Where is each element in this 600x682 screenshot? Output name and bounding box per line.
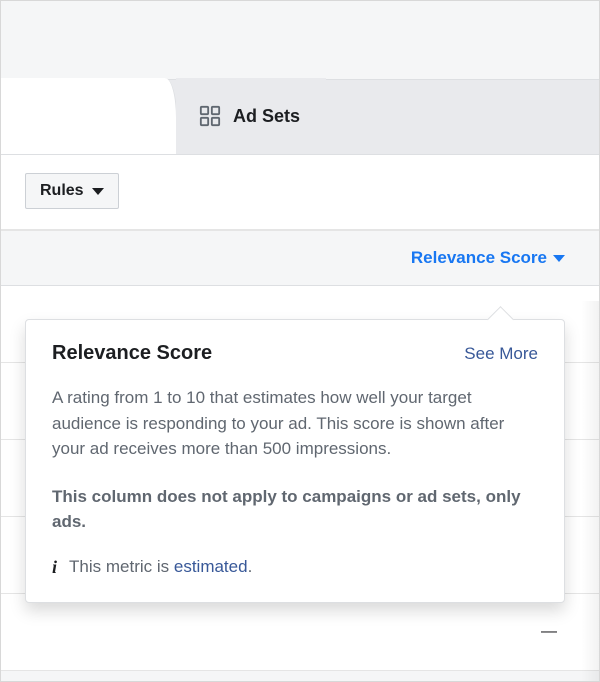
- see-more-link[interactable]: See More: [464, 344, 538, 364]
- grid-icon: [199, 105, 221, 127]
- table-row[interactable]: —: [1, 594, 599, 671]
- popover-footer: i This metric is estimated.: [52, 557, 538, 578]
- column-relevance-score[interactable]: Relevance Score: [411, 248, 565, 268]
- tab-previous[interactable]: [1, 78, 177, 154]
- popover-header: Relevance Score See More: [52, 342, 538, 365]
- tab-ad-sets[interactable]: Ad Sets: [177, 78, 326, 154]
- tooltip-popover: Relevance Score See More A rating from 1…: [25, 319, 565, 603]
- popover-title: Relevance Score: [52, 342, 212, 365]
- cell-value: —: [541, 623, 557, 641]
- rules-button[interactable]: Rules: [25, 173, 119, 209]
- tabs-row: Ad Sets: [1, 79, 599, 155]
- info-icon: i: [52, 557, 57, 578]
- footer-prefix: This metric is: [69, 557, 174, 576]
- footer-suffix: .: [248, 557, 253, 576]
- rules-button-label: Rules: [40, 182, 84, 200]
- popover-note: This column does not apply to campaigns …: [52, 484, 538, 535]
- column-header-row: Relevance Score: [1, 230, 599, 286]
- header-space: [1, 1, 599, 79]
- estimated-link[interactable]: estimated: [174, 557, 248, 576]
- toolbar: Rules: [1, 155, 599, 230]
- tab-label: Ad Sets: [233, 106, 300, 127]
- popover-description: A rating from 1 to 10 that estimates how…: [52, 385, 538, 462]
- caret-down-icon: [92, 188, 104, 195]
- column-label-text: Relevance Score: [411, 248, 547, 268]
- sort-caret-down-icon: [553, 255, 565, 262]
- popover-footer-text: This metric is estimated.: [69, 557, 252, 577]
